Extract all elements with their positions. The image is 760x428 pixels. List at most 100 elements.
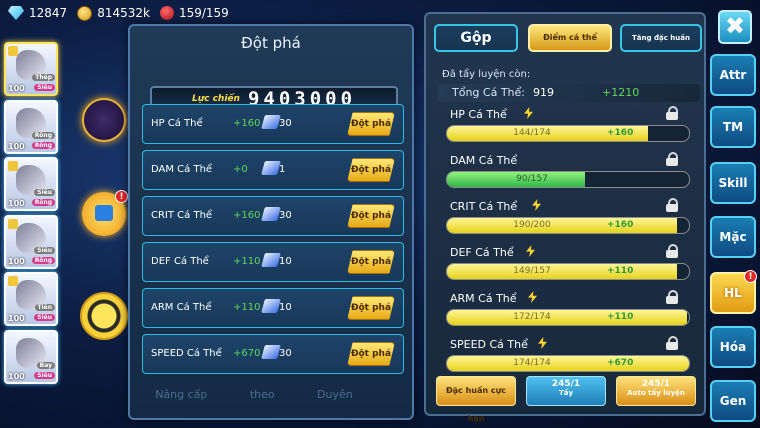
- progress-text: 172/174: [513, 312, 551, 322]
- progress-bonus: +160: [607, 128, 634, 138]
- individual-stats-panel: Gộp Điểm cá thể Tăng đặc huấn Đã tẩy luy…: [424, 12, 706, 423]
- roster-slot[interactable]: 100 Tiên Siêu: [4, 272, 58, 326]
- type-tag: Rồng: [31, 131, 55, 139]
- stat-row: SPEED Cá Thể 174/174 +670: [446, 336, 690, 380]
- pokemon-level: 100: [8, 371, 25, 381]
- nav-follow[interactable]: theo: [250, 388, 275, 401]
- alert-badge: !: [744, 270, 757, 283]
- total-value: 919: [533, 86, 554, 99]
- lock-icon[interactable]: [666, 336, 678, 350]
- lightning-icon: [528, 291, 537, 303]
- tab-individual-points[interactable]: Điểm cá thể: [528, 24, 612, 52]
- bag-icon[interactable]: !: [82, 190, 128, 236]
- stat-bonus: +670: [233, 348, 261, 359]
- stat-cost: 1: [279, 164, 286, 175]
- stat-cost: 30: [279, 118, 292, 129]
- menu-hl-label: HL: [724, 286, 742, 300]
- menu-skill[interactable]: Skill: [710, 162, 756, 204]
- breakthrough-button[interactable]: Đột phá: [347, 342, 395, 366]
- stat-cost: 10: [279, 302, 292, 313]
- stat-row: DEF Cá Thể 149/157 +110: [446, 244, 690, 288]
- progress-bonus: +670: [607, 358, 634, 368]
- total-label: Tổng Cá Thể:: [452, 86, 525, 99]
- progress-bonus: +160: [607, 220, 634, 230]
- menu-attr[interactable]: Attr: [710, 54, 756, 96]
- menu-tm[interactable]: TM: [710, 106, 756, 148]
- breakthrough-button[interactable]: Đột phá: [347, 158, 395, 182]
- tab-special-training[interactable]: Tăng đặc huấn: [620, 24, 702, 52]
- nav-upgrade[interactable]: Nâng cấp: [155, 388, 207, 401]
- stat-bonus: +160: [233, 210, 261, 221]
- stat-row: DAM Cá Thể 90/157: [446, 152, 690, 196]
- pokeball-icon[interactable]: [80, 292, 128, 340]
- stat-progress-bar: 172/174 +110: [446, 309, 690, 326]
- breakthrough-button[interactable]: Đột phá: [347, 112, 395, 136]
- roster-slot[interactable]: 100 Thép Siêu: [4, 42, 58, 96]
- type-tag: Rồng: [31, 256, 55, 264]
- type-tag: Siêu: [34, 246, 55, 254]
- stat-name: ARM Cá Thể: [450, 292, 517, 305]
- stat-bonus: +110: [233, 302, 261, 313]
- scroll-icon: [261, 161, 281, 175]
- gold-value: 814532k: [97, 6, 150, 20]
- menu-outfit[interactable]: Mặc: [710, 216, 756, 258]
- lock-icon[interactable]: [666, 244, 678, 258]
- breakthrough-panel: Đột phá Lực chiến 9403000 HP Cá Thể +160…: [128, 24, 414, 420]
- breakthrough-row: DAM Cá Thể +0 1 Đột phá: [142, 150, 404, 190]
- pokemon-level: 100: [8, 199, 25, 208]
- type-tag: Siêu: [34, 84, 55, 91]
- stat-name: CRIT Cá Thể: [151, 210, 213, 221]
- roster-slot[interactable]: 100 Siêu Rồng: [4, 214, 58, 269]
- combat-power-label: Lực chiến: [191, 94, 240, 104]
- diamond-value: 12847: [29, 6, 68, 20]
- stat-name: DAM Cá Thể: [151, 164, 213, 175]
- breakthrough-button[interactable]: Đột phá: [347, 250, 395, 274]
- type-tag: Bay: [36, 361, 55, 369]
- menu-transform[interactable]: Hóa: [710, 326, 756, 368]
- lock-icon[interactable]: [666, 290, 678, 304]
- auto-reroll-button[interactable]: 245/1 Auto tẩy luyện: [616, 376, 696, 406]
- reroll-button[interactable]: 245/1 Tẩy: [526, 376, 606, 406]
- stat-name: ARM Cá Thể: [151, 302, 212, 313]
- stat-bonus: +110: [233, 256, 261, 267]
- diamond-icon: [8, 6, 24, 20]
- scroll-icon: [261, 253, 281, 267]
- type-tag: Thép: [32, 74, 55, 81]
- progress-bonus: +110: [607, 266, 634, 276]
- stat-row: ARM Cá Thể 172/174 +110: [446, 290, 690, 334]
- close-button[interactable]: ✖: [718, 10, 752, 44]
- reroll-count: 245/1: [551, 379, 581, 389]
- extreme-training-button[interactable]: Đặc huấn cực hạn: [436, 376, 516, 423]
- lock-icon[interactable]: [666, 152, 678, 166]
- menu-gen[interactable]: Gen: [710, 380, 756, 422]
- reroll-label: Tẩy: [558, 389, 574, 397]
- roster-slot[interactable]: 100 Siêu Rồng: [4, 157, 58, 211]
- breakthrough-button[interactable]: Đột phá: [347, 204, 395, 228]
- item-icon[interactable]: [82, 98, 126, 142]
- pokemon-level: 100: [8, 141, 25, 151]
- stat-progress-bar: 144/174 +160: [446, 125, 690, 142]
- nav-bond[interactable]: Duyên: [317, 388, 353, 401]
- progress-text: 174/174: [513, 358, 551, 368]
- auto-reroll-label: Auto tẩy luyện: [627, 389, 685, 397]
- panel-title: Đột phá: [241, 34, 301, 52]
- menu-hl[interactable]: HL !: [710, 270, 757, 314]
- stat-name: CRIT Cá Thể: [450, 200, 518, 213]
- roster-slot[interactable]: 100 Bay Siêu: [4, 329, 58, 384]
- stat-name: DAM Cá Thể: [450, 154, 518, 167]
- lock-icon[interactable]: [666, 198, 678, 212]
- diamond-counter: 12847: [8, 6, 67, 20]
- stat-name: HP Cá Thể: [450, 108, 507, 121]
- lock-icon[interactable]: [666, 106, 678, 120]
- stat-row: CRIT Cá Thể 190/200 +160: [446, 198, 690, 242]
- type-tag: Siêu: [34, 189, 55, 196]
- progress-text: 190/200: [513, 220, 551, 230]
- pokemon-level: 100: [8, 84, 25, 93]
- breakthrough-button[interactable]: Đột phá: [347, 296, 395, 320]
- stat-bonus: +160: [233, 118, 261, 129]
- tab-merge[interactable]: Gộp: [434, 24, 518, 52]
- type-tag: Rồng: [31, 199, 55, 206]
- roster-slot[interactable]: 100 Rồng Rồng: [4, 99, 58, 154]
- pokemon-roster: 100 Thép Siêu 100 Rồng Rồng 100 Siêu Rồn…: [4, 42, 64, 387]
- scroll-icon: [261, 207, 281, 221]
